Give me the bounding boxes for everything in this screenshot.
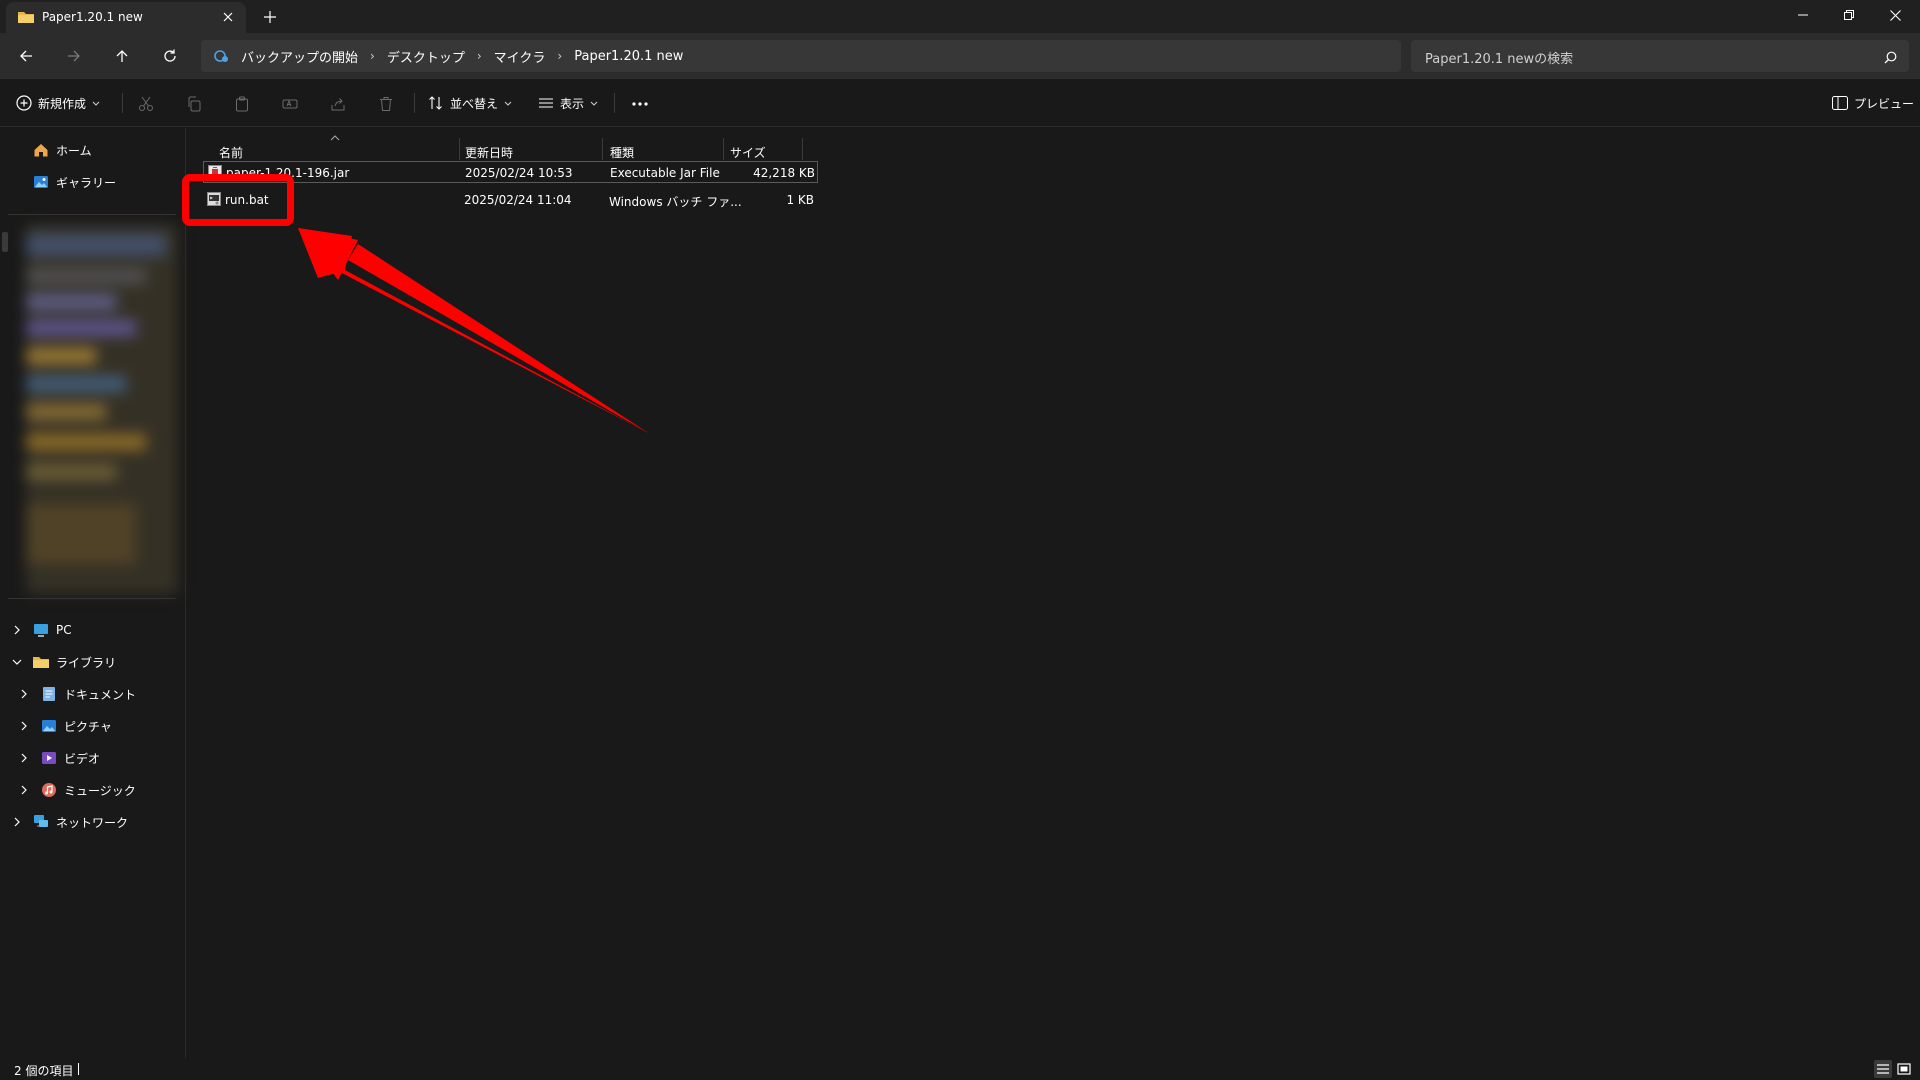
details-view-icon[interactable] [1874,1060,1892,1078]
annotation-arrow [298,228,650,434]
large-icons-view-icon[interactable] [1895,1060,1913,1078]
item-count: 2 個の項目 [14,1064,74,1078]
status-divider [78,1063,79,1075]
status-bar: 2 個の項目 [0,1058,1920,1080]
